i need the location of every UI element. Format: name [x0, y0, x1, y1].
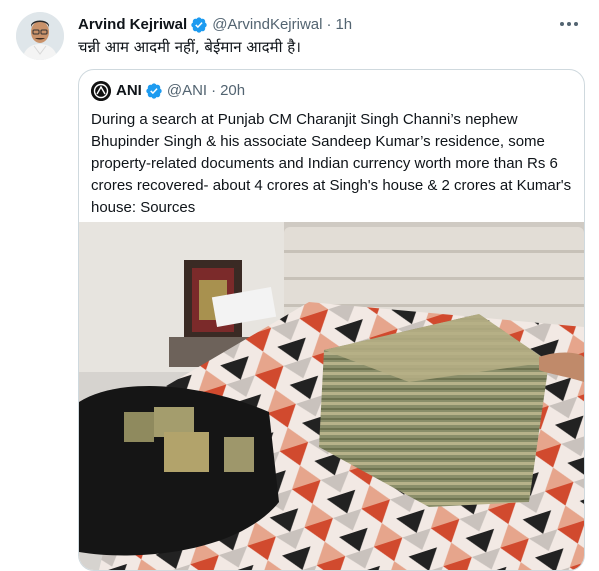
more-options-icon[interactable]: [557, 14, 581, 34]
verified-badge-icon: [191, 17, 207, 33]
tweet-header: Arvind Kejriwal @ArvindKejriwal · 1h: [78, 14, 583, 36]
author-handle[interactable]: @ArvindKejriwal: [212, 15, 322, 35]
quoted-tweet-text: During a search at Punjab CM Charanjit S…: [91, 111, 572, 216]
verified-badge-icon: [146, 83, 162, 99]
tweet[interactable]: Arvind Kejriwal @ArvindKejriwal · 1h चन्…: [0, 0, 599, 571]
tweet-timestamp[interactable]: 1h: [335, 15, 352, 35]
quoted-tweet-timestamp: 20h: [220, 82, 246, 99]
ani-logo-icon: [91, 81, 111, 101]
header-separator: ·: [326, 16, 332, 33]
quoted-tweet-header: ANI @ANI · 20h: [91, 81, 245, 101]
quoted-author-handle: @ANI: [166, 82, 208, 99]
quoted-author-name: ANI: [116, 82, 142, 99]
author-name[interactable]: Arvind Kejriwal: [78, 15, 187, 35]
author-avatar[interactable]: [16, 12, 64, 60]
quoted-tweet[interactable]: ANI @ANI · 20h During a search at Punjab…: [78, 69, 585, 571]
author-avatar-image: [16, 12, 64, 60]
tweet-text: चन्नी आम आदमी नहीं, बेईमान आदमी है।: [78, 38, 301, 56]
quoted-author-avatar: [91, 81, 111, 101]
quoted-tweet-photo[interactable]: [79, 222, 584, 570]
quoted-header-separator: ·: [211, 82, 217, 99]
